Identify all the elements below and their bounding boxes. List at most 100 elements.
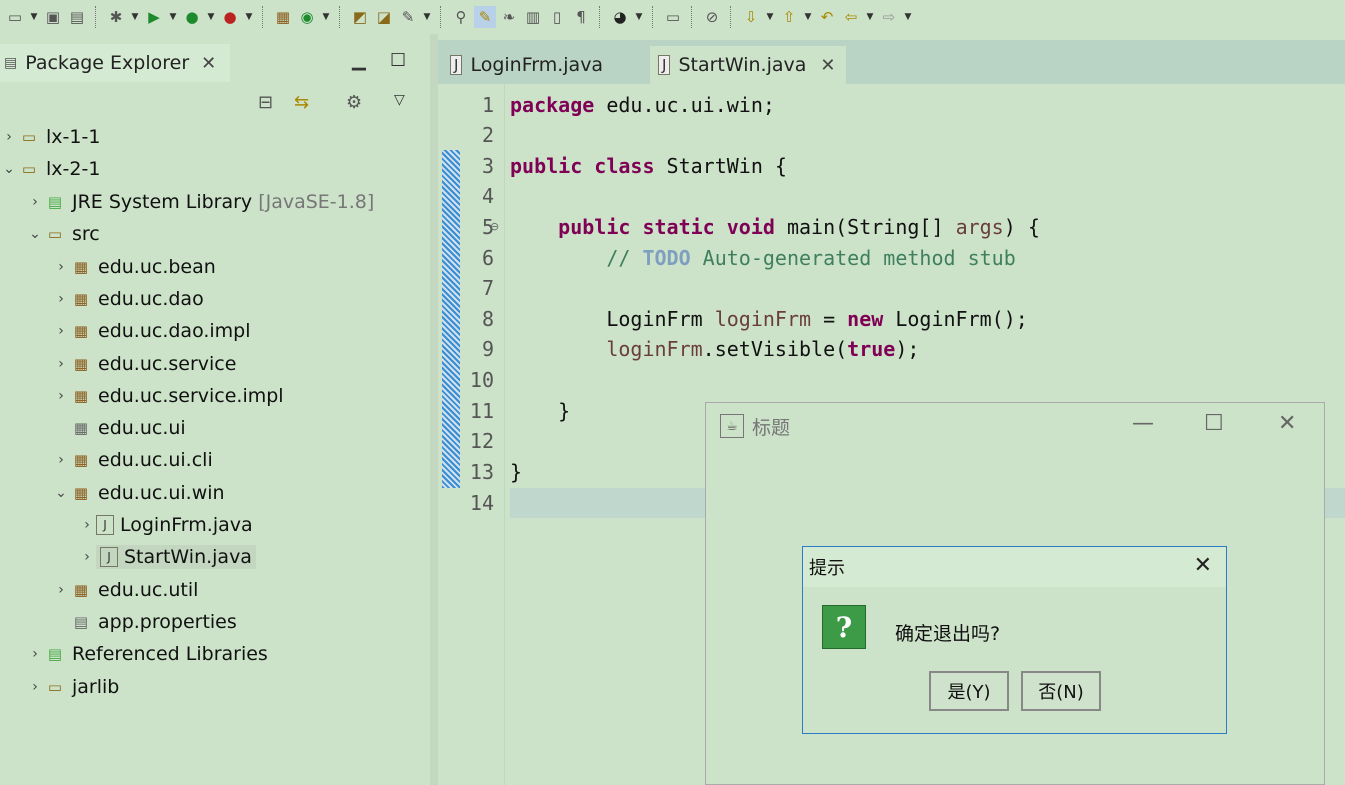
fold-collapse-icon[interactable]: ⊖: [490, 220, 499, 233]
chevron-down-icon[interactable]: ▼: [764, 12, 776, 22]
chevron-right-icon[interactable]: ›: [52, 291, 70, 307]
new-java-package-icon[interactable]: ▦: [272, 6, 294, 28]
yes-button[interactable]: 是(Y): [929, 671, 1009, 711]
chevron-right-icon[interactable]: ›: [52, 356, 70, 372]
close-icon[interactable]: ✕: [820, 55, 835, 76]
tree-item-package[interactable]: ⌄ ▦ edu.uc.ui.win: [52, 478, 224, 508]
chevron-down-icon[interactable]: ⌄: [26, 226, 44, 242]
no-button[interactable]: 否(N): [1021, 671, 1101, 711]
chevron-down-icon[interactable]: ▼: [28, 12, 40, 22]
new-class-icon[interactable]: ◉: [296, 6, 318, 28]
frame-title-bar[interactable]: ☕ 标题: [706, 403, 1324, 449]
new-icon[interactable]: ▭: [4, 6, 26, 28]
view-menu-icon[interactable]: ▽: [394, 92, 405, 108]
run-icon[interactable]: ▶: [143, 6, 165, 28]
chevron-down-icon[interactable]: ▼: [205, 12, 217, 22]
package-icon: ▦: [73, 322, 89, 340]
console-icon[interactable]: ▭: [662, 6, 684, 28]
package-explorer-tab[interactable]: ▤ Package Explorer ✕: [0, 44, 230, 82]
run-server-icon[interactable]: ●: [181, 6, 203, 28]
chevron-down-icon[interactable]: ▼: [167, 12, 179, 22]
chevron-down-icon[interactable]: ▼: [129, 12, 141, 22]
dialog-title-bar[interactable]: 提示: [803, 547, 1226, 587]
user-icon[interactable]: ◕: [609, 6, 631, 28]
link-with-editor-icon[interactable]: ⇆: [294, 92, 309, 113]
open-folder-icon[interactable]: ◪: [373, 6, 395, 28]
debug-icon[interactable]: ✱: [105, 6, 127, 28]
tree-item-package[interactable]: › ▦ edu.uc.dao: [52, 284, 204, 314]
minimize-icon[interactable]: ▁: [352, 50, 366, 71]
chevron-right-icon[interactable]: ›: [52, 259, 70, 275]
chevron-right-icon[interactable]: ›: [26, 194, 44, 210]
tree-item-package[interactable]: › ▦ edu.uc.bean: [52, 252, 216, 282]
tree-item-package[interactable]: › ▦ edu.uc.service: [52, 349, 236, 379]
chevron-down-icon[interactable]: ⌄: [0, 161, 18, 177]
focus-icon[interactable]: ⚙: [346, 92, 362, 113]
chevron-right-icon[interactable]: ›: [52, 323, 70, 339]
chevron-right-icon[interactable]: ›: [52, 452, 70, 468]
toggle-breadcrumb-icon[interactable]: ❧: [498, 6, 520, 28]
tree-item-package[interactable]: ▦ edu.uc.ui: [52, 413, 186, 443]
run-external-icon[interactable]: ●: [219, 6, 241, 28]
next-annotation-down-icon[interactable]: ⇩: [740, 6, 762, 28]
chevron-right-icon[interactable]: ›: [0, 129, 18, 145]
forward-icon[interactable]: ⇨: [878, 6, 900, 28]
back-icon[interactable]: ⇦: [840, 6, 862, 28]
tree-item-jre-system-library[interactable]: › ▤ JRE System Library [JavaSE-1.8]: [26, 187, 374, 217]
chevron-right-icon[interactable]: ›: [78, 517, 96, 533]
save-icon[interactable]: ▣: [42, 6, 64, 28]
chevron-right-icon[interactable]: ›: [52, 388, 70, 404]
chevron-down-icon[interactable]: ⌄: [52, 485, 70, 501]
panel-splitter[interactable]: [430, 34, 438, 785]
next-annotation-icon[interactable]: ▥: [522, 6, 544, 28]
show-whitespace-icon[interactable]: ▯: [546, 6, 568, 28]
tab-loginfrm-java[interactable]: J LoginFrm.java: [442, 46, 642, 84]
java-file-icon: J: [658, 55, 671, 75]
collapse-all-icon[interactable]: ⊟: [258, 92, 273, 113]
maximize-icon[interactable]: ☐: [390, 50, 406, 71]
chevron-right-icon[interactable]: ›: [52, 582, 70, 598]
search-icon[interactable]: ✎: [397, 6, 419, 28]
chevron-down-icon[interactable]: ▼: [864, 12, 876, 22]
tree-item-lx-1-1[interactable]: › ▭ lx-1-1: [0, 122, 100, 152]
chevron-down-icon[interactable]: ▼: [802, 12, 814, 22]
open-type-icon[interactable]: ◩: [349, 6, 371, 28]
tree-item-package[interactable]: › ▦ edu.uc.dao.impl: [52, 316, 250, 346]
tab-startwin-java[interactable]: J StartWin.java ✕: [650, 46, 846, 84]
question-icon: ?: [822, 605, 866, 649]
toggle-mark-occurrences-icon[interactable]: ✎: [474, 6, 496, 28]
code-line: }: [510, 457, 522, 487]
java-file-icon: J: [96, 515, 114, 535]
tree-item-label: edu.uc.ui.cli: [98, 449, 213, 471]
tree-item-startwin-java[interactable]: › J StartWin.java: [78, 542, 256, 572]
chevron-right-icon[interactable]: ›: [26, 679, 44, 695]
close-icon[interactable]: ✕: [1194, 553, 1212, 578]
save-all-icon[interactable]: ▤: [66, 6, 88, 28]
pilcrow-icon[interactable]: ¶: [570, 6, 592, 28]
pin-icon[interactable]: ⚲: [450, 6, 472, 28]
maximize-icon[interactable]: ☐: [1204, 411, 1224, 436]
chevron-down-icon[interactable]: ▼: [320, 12, 332, 22]
tree-item-package[interactable]: › ▦ edu.uc.util: [52, 575, 198, 605]
tree-item-app-properties[interactable]: ▤ app.properties: [52, 607, 237, 637]
close-icon[interactable]: ✕: [201, 53, 216, 74]
tree-item-jarlib[interactable]: › ▭ jarlib: [26, 672, 119, 702]
tree-item-src[interactable]: ⌄ ▭ src: [26, 219, 100, 249]
tree-item-package[interactable]: › ▦ edu.uc.service.impl: [52, 381, 283, 411]
chevron-down-icon[interactable]: ▼: [902, 12, 914, 22]
prev-annotation-up-icon[interactable]: ⇧: [778, 6, 800, 28]
chevron-down-icon[interactable]: ▼: [633, 12, 645, 22]
toolbar-separator: [691, 6, 694, 28]
tree-item-package[interactable]: › ▦ edu.uc.ui.cli: [52, 445, 213, 475]
chevron-right-icon[interactable]: ›: [26, 646, 44, 662]
close-icon[interactable]: ✕: [1278, 411, 1296, 436]
chevron-down-icon[interactable]: ▼: [421, 12, 433, 22]
chevron-down-icon[interactable]: ▼: [243, 12, 255, 22]
skip-breakpoints-icon[interactable]: ⊘: [701, 6, 723, 28]
tree-item-loginfrm-java[interactable]: › J LoginFrm.java: [78, 510, 252, 540]
last-edit-icon[interactable]: ↶: [816, 6, 838, 28]
minimize-icon[interactable]: —: [1132, 411, 1154, 436]
tree-item-lx-2-1[interactable]: ⌄ ▭ lx-2-1: [0, 154, 100, 184]
chevron-right-icon[interactable]: ›: [78, 549, 96, 565]
tree-item-referenced-libraries[interactable]: › ▤ Referenced Libraries: [26, 639, 268, 669]
